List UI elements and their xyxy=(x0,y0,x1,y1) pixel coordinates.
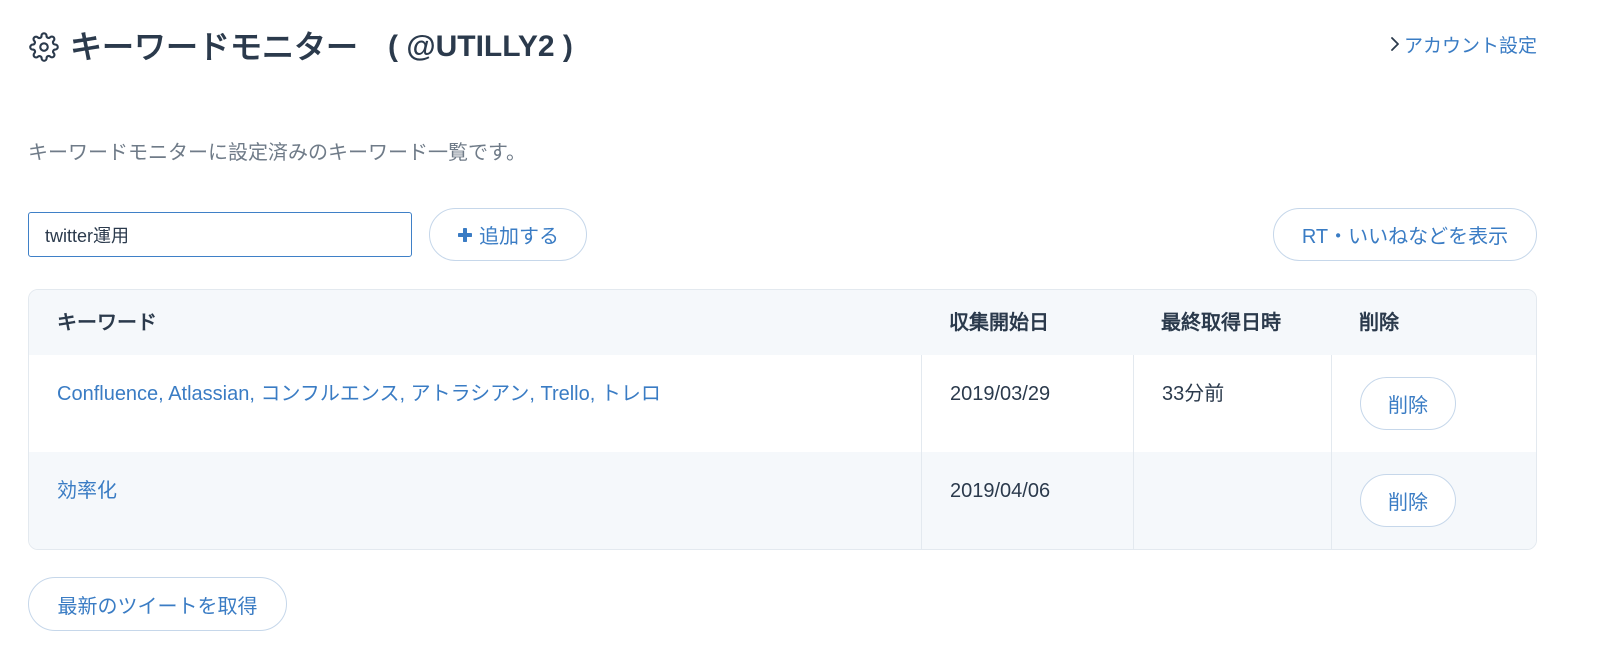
delete-cell: 削除 xyxy=(1331,452,1536,549)
keyword-cell: Confluence, Atlassian, コンフルエンス, アトラシアン, … xyxy=(29,355,921,452)
keyword-link[interactable]: Confluence, Atlassian, コンフルエンス, アトラシアン, … xyxy=(57,383,661,405)
add-keyword-button[interactable]: 追加する xyxy=(429,208,587,261)
page-header: キーワードモニター ( @UTILLY2 ) xyxy=(29,22,573,72)
account-settings-label: アカウント設定 xyxy=(1403,35,1537,57)
table-header-row: キーワード 収集開始日 最終取得日時 削除 xyxy=(29,290,1536,355)
account-settings-link[interactable]: アカウント設定 xyxy=(1389,31,1537,57)
gear-icon xyxy=(29,32,59,62)
keyword-link[interactable]: 効率化 xyxy=(57,480,117,502)
last-fetched-cell xyxy=(1133,452,1331,549)
keyword-input[interactable] xyxy=(28,212,412,257)
delete-button[interactable]: 削除 xyxy=(1360,377,1456,430)
start-date-cell: 2019/03/29 xyxy=(921,355,1133,452)
add-keyword-label: 追加する xyxy=(479,226,559,248)
table-row: 効率化 2019/04/06 削除 xyxy=(29,452,1536,549)
delete-cell: 削除 xyxy=(1331,355,1536,452)
column-header-delete: 削除 xyxy=(1359,311,1399,334)
page-description: キーワードモニターに設定済みのキーワード一覧です。 xyxy=(28,142,526,164)
keyword-table: キーワード 収集開始日 最終取得日時 削除 Confluence, Atlass… xyxy=(28,289,1537,550)
start-date-cell: 2019/04/06 xyxy=(921,452,1133,549)
column-header-keyword: キーワード xyxy=(57,311,157,334)
page-title: キーワードモニター xyxy=(70,29,359,65)
show-details-button[interactable]: RT・いいねなどを表示 xyxy=(1273,208,1537,261)
fetch-latest-tweets-button[interactable]: 最新のツイートを取得 xyxy=(28,577,287,631)
account-handle: ( @UTILLY2 ) xyxy=(388,30,573,63)
delete-button[interactable]: 削除 xyxy=(1360,474,1456,527)
column-header-last-fetched: 最終取得日時 xyxy=(1161,311,1281,334)
table-row: Confluence, Atlassian, コンフルエンス, アトラシアン, … xyxy=(29,355,1536,452)
chevron-right-icon xyxy=(1389,36,1401,52)
column-header-start-date: 収集開始日 xyxy=(949,311,1049,334)
keyword-cell: 効率化 xyxy=(29,452,921,549)
last-fetched-cell: 33分前 xyxy=(1133,355,1331,452)
plus-icon xyxy=(457,227,473,243)
